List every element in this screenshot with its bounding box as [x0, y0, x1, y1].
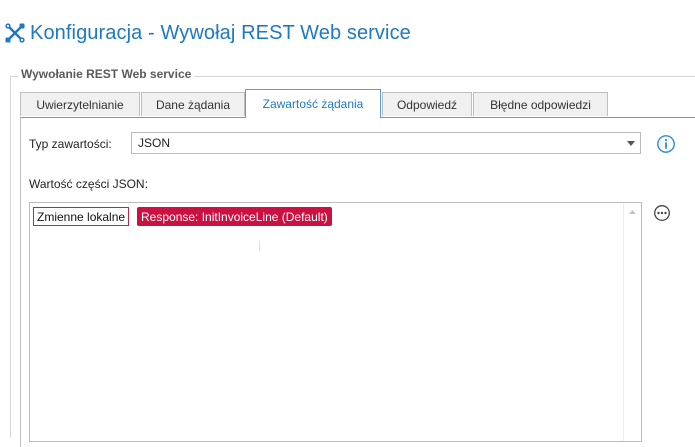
tab-error-responses[interactable]: Błędne odpowiedzi — [473, 92, 608, 116]
text-cursor — [259, 241, 260, 251]
json-value-editor[interactable]: Zmienne lokalne Response: InitInvoiceLin… — [29, 202, 642, 442]
tools-cross-icon — [5, 23, 25, 43]
window-title-bar: Konfiguracja - Wywołaj REST Web service — [4, 19, 411, 47]
editor-scrollbar[interactable] — [623, 203, 641, 441]
content-type-select[interactable]: JSON — [131, 132, 641, 154]
variable-token[interactable]: Response: InitInvoiceLine (Default) — [137, 207, 332, 226]
page-title: Konfiguracja - Wywołaj REST Web service — [30, 21, 411, 44]
local-variables-chip[interactable]: Zmienne lokalne — [33, 207, 130, 226]
content-type-value: JSON — [138, 136, 171, 150]
tab-response[interactable]: Odpowiedź — [382, 92, 472, 116]
tab-request-content[interactable]: Zawartość żądania — [245, 89, 381, 118]
scroll-up-arrow-icon[interactable] — [624, 203, 641, 220]
chevron-down-icon[interactable] — [622, 133, 640, 153]
tab-request-data[interactable]: Dane żądania — [141, 92, 245, 116]
content-type-label: Typ zawartości: — [29, 137, 112, 151]
group-border-left — [10, 76, 11, 437]
ellipsis-circle-icon[interactable] — [653, 204, 671, 222]
group-label: Wywołanie REST Web service — [18, 67, 195, 81]
tab-authentication[interactable]: Uwierzytelnianie — [20, 92, 140, 116]
info-icon[interactable] — [656, 134, 676, 154]
json-value-label: Wartość części JSON: — [29, 177, 148, 191]
